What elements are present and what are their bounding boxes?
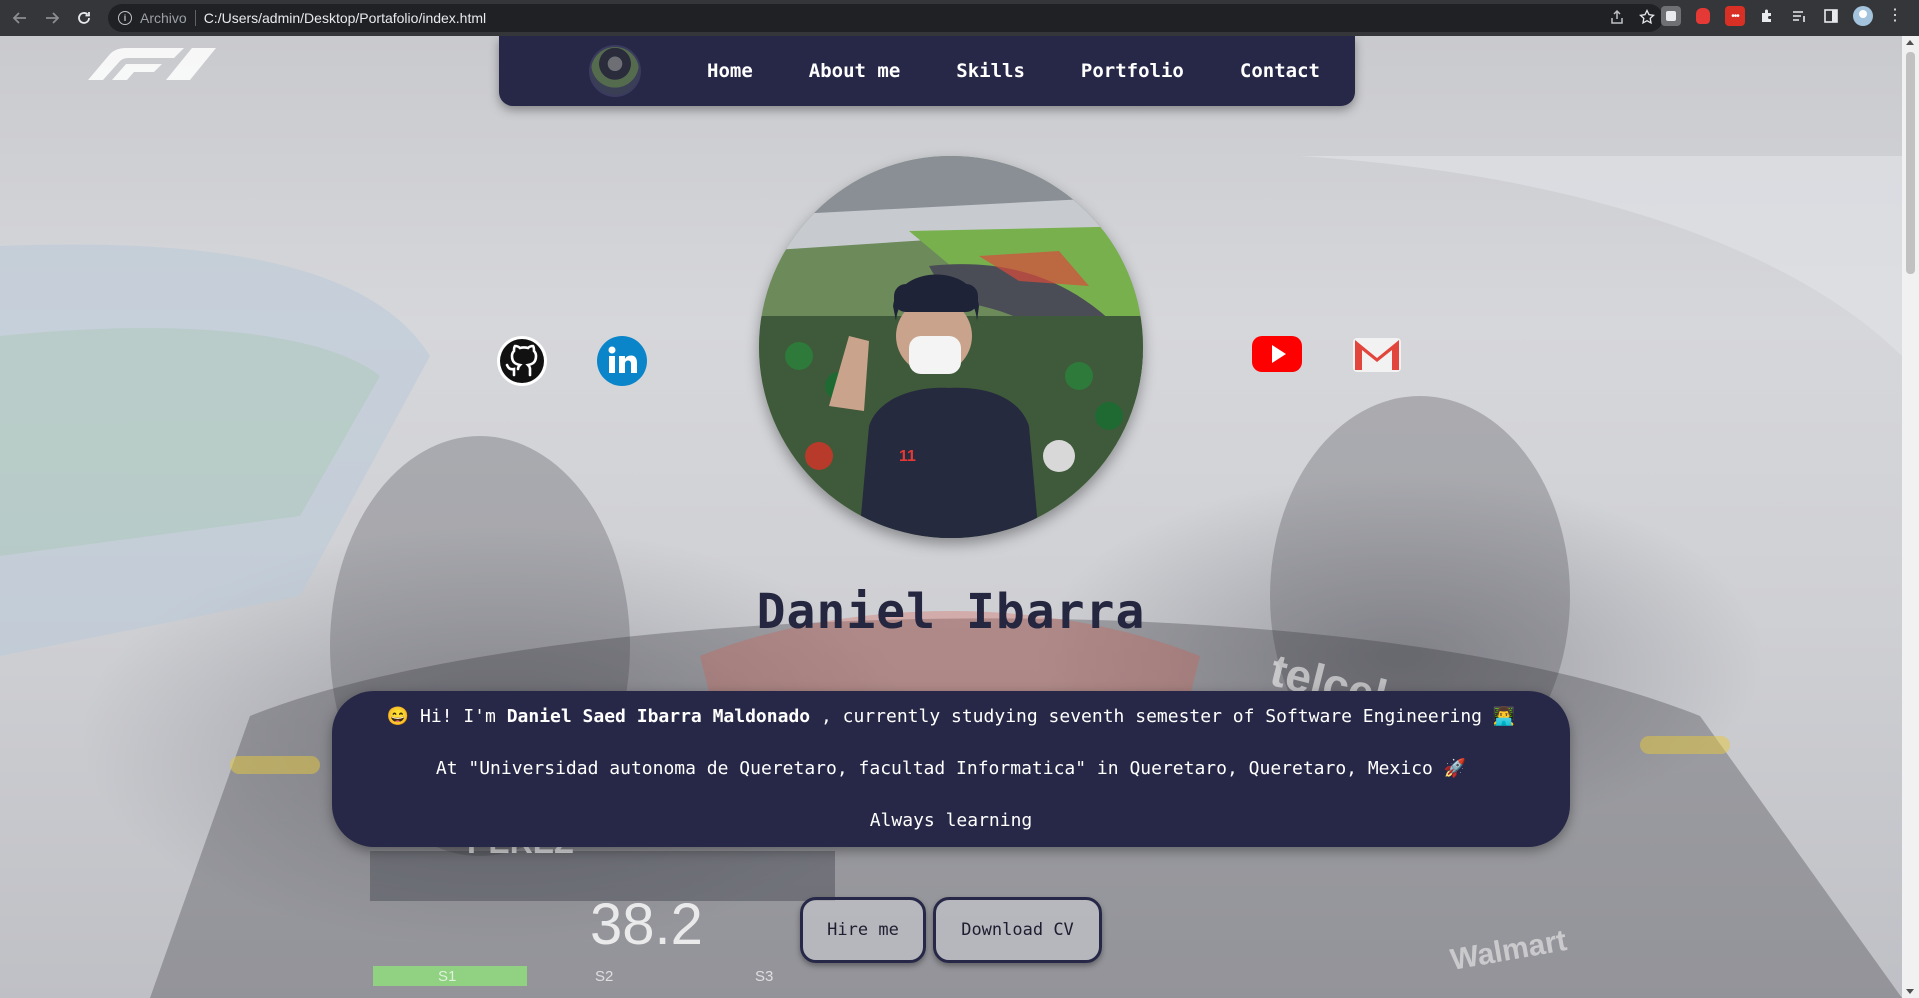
profile-photo-image: 11 (759, 156, 1143, 538)
gmail-link[interactable] (1351, 328, 1403, 380)
menu-kebab-icon[interactable]: ⋮ (1885, 6, 1905, 26)
address-separator (194, 10, 196, 26)
hud-lap-time: 38.2 (590, 892, 703, 957)
bio-card: 😄 Hi! I'm Daniel Saed Ibarra Maldonado ,… (332, 691, 1570, 847)
top-navbar: Home About me Skills Portfolio Contact (499, 36, 1355, 106)
hero-name: Daniel Ibarra (756, 584, 1146, 640)
profile-avatar-icon[interactable] (1853, 6, 1873, 26)
bio-full-name: Daniel Saed Ibarra Maldonado (506, 706, 811, 727)
info-icon[interactable]: i (118, 11, 132, 25)
scroll-down-arrow-icon[interactable] (1906, 989, 1914, 994)
bio-study: , currently studying seventh semester of… (810, 706, 1516, 727)
nav-avatar[interactable] (589, 45, 641, 97)
gmail-icon (1353, 338, 1401, 372)
hud-sector-3: S3 (755, 968, 774, 985)
address-bar[interactable]: i Archivo C:/Users/admin/Desktop/Portafo… (108, 4, 1663, 32)
reading-list-icon[interactable] (1789, 6, 1809, 26)
hud-sector-2: S2 (595, 968, 614, 985)
hire-me-button[interactable]: Hire me (800, 897, 926, 963)
extension-shield-icon[interactable] (1661, 6, 1681, 26)
extension-dots-icon[interactable]: ••• (1725, 6, 1745, 26)
reload-button[interactable] (68, 2, 100, 34)
side-panel-icon[interactable] (1821, 6, 1841, 26)
extensions-puzzle-icon[interactable] (1757, 6, 1777, 26)
github-link[interactable] (496, 335, 548, 387)
file-scheme-label: Archivo (140, 10, 187, 26)
page-background: PEREZ 38.2 S1 S2 S3 telcel Walmart Home … (0, 36, 1902, 998)
nav-about-me[interactable]: About me (809, 60, 901, 82)
linkedin-link[interactable] (596, 335, 648, 387)
sponsor-walmart: Walmart (1447, 924, 1570, 977)
nav-home[interactable]: Home (707, 60, 753, 82)
scroll-thumb[interactable] (1906, 52, 1915, 274)
youtube-icon (1252, 336, 1302, 372)
reload-icon (78, 12, 90, 24)
bio-line-1: 😄 Hi! I'm Daniel Saed Ibarra Maldonado ,… (387, 706, 1516, 728)
svg-text:11: 11 (899, 448, 916, 465)
bio-line-3: Always learning (869, 810, 1033, 831)
profile-photo: 11 (759, 156, 1143, 538)
bio-line-2: At "Universidad autonoma de Queretaro, f… (435, 758, 1467, 779)
scroll-up-arrow-icon[interactable] (1906, 40, 1914, 45)
forward-button[interactable] (36, 2, 68, 34)
nav-contact[interactable]: Contact (1240, 60, 1320, 82)
arrow-right-icon (46, 12, 60, 24)
github-icon (497, 336, 547, 386)
hud-sector-1: S1 (438, 968, 457, 985)
linkedin-icon (597, 336, 647, 386)
back-button[interactable] (4, 2, 36, 34)
page-scrollbar[interactable] (1902, 36, 1919, 998)
extension-hand-icon[interactable] (1693, 6, 1713, 26)
download-cv-button[interactable]: Download CV (933, 897, 1102, 963)
nav-skills[interactable]: Skills (956, 60, 1025, 82)
bio-greeting: 😄 Hi! I'm (386, 706, 507, 727)
browser-toolbar: i Archivo C:/Users/admin/Desktop/Portafo… (0, 0, 1919, 36)
bookmark-star-icon[interactable] (1639, 9, 1655, 25)
nav-portfolio[interactable]: Portfolio (1081, 60, 1184, 82)
share-icon[interactable] (1609, 9, 1625, 25)
url-text[interactable]: C:/Users/admin/Desktop/Portafolio/index.… (204, 10, 486, 26)
f1-logo (88, 48, 216, 80)
youtube-link[interactable] (1251, 328, 1303, 380)
arrow-left-icon (12, 12, 26, 24)
